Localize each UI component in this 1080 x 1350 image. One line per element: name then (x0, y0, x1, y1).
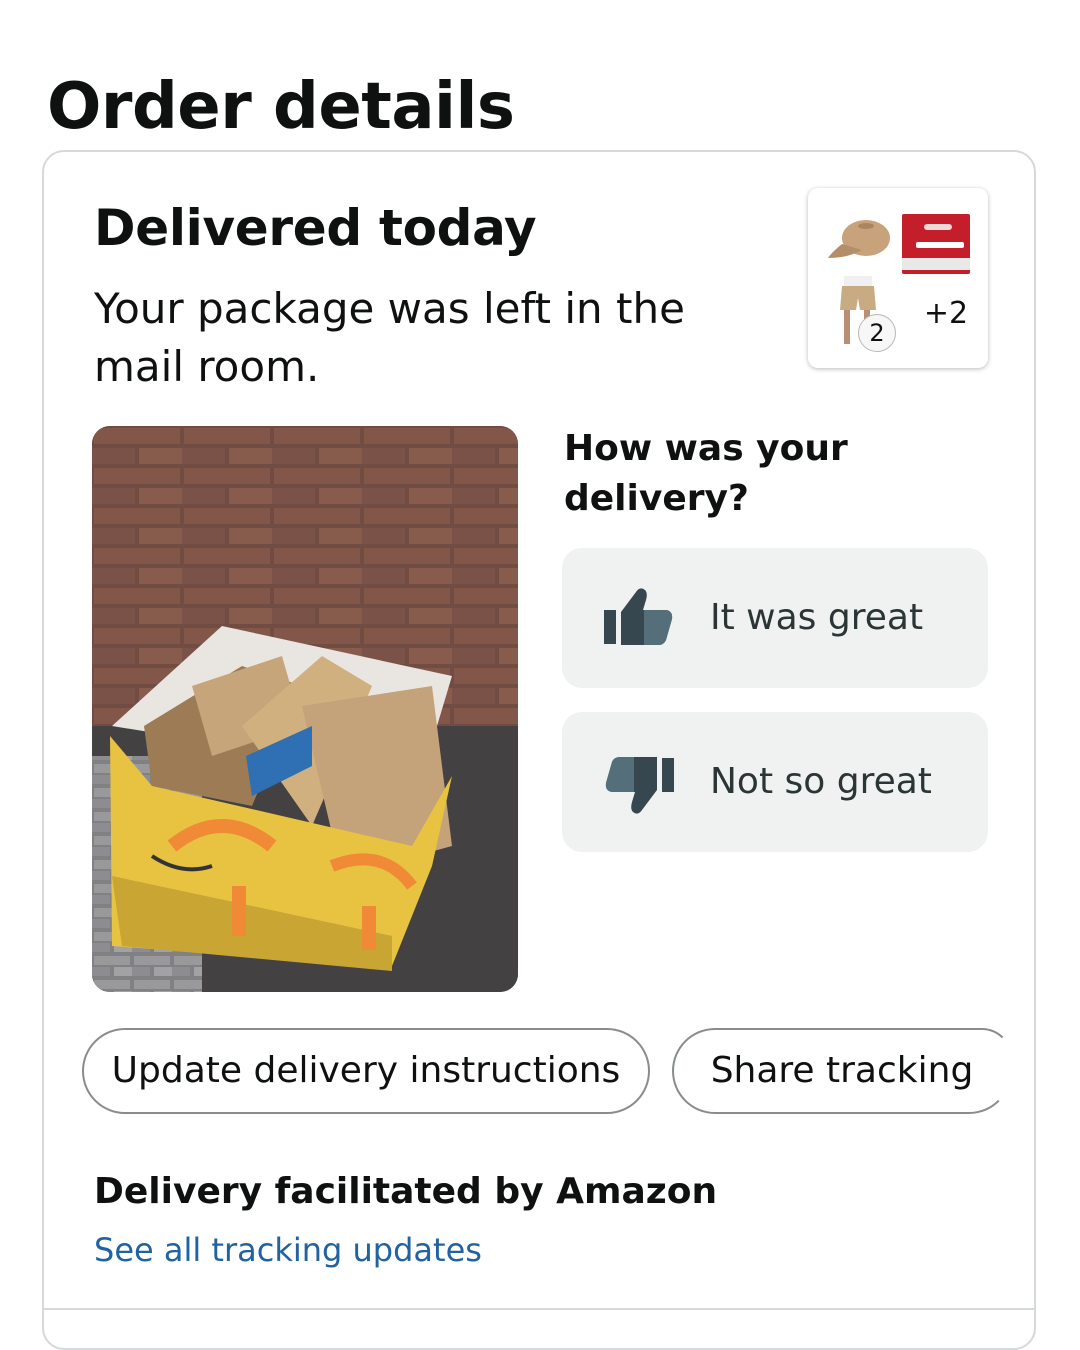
see-all-tracking-updates-link[interactable]: See all tracking updates (94, 1226, 482, 1274)
quantity-badge: 2 (858, 314, 896, 352)
thumbs-down-icon (605, 757, 674, 814)
rate-not-great-button[interactable]: Not so great (562, 712, 988, 852)
delivery-feedback-question: How was your delivery? (564, 428, 848, 519)
rate-great-label: It was great (710, 597, 924, 638)
update-delivery-instructions-button[interactable]: Update delivery instructions (82, 1028, 650, 1114)
delivery-status-title: Delivered today (94, 199, 537, 257)
cap-thumbnail (828, 220, 890, 258)
delivery-status-message: Your package was left in the mail room. (94, 284, 685, 391)
order-items-thumbnail[interactable]: 2 +2 (808, 188, 988, 368)
more-items-count: +2 (923, 296, 969, 331)
delivery-card: Delivered today Your package was left in… (42, 150, 1036, 1350)
share-tracking-button[interactable]: Share tracking (672, 1028, 1012, 1114)
thumbs-up-icon (604, 588, 673, 645)
rate-great-button[interactable]: It was great (562, 548, 988, 688)
rate-not-great-label: Not so great (710, 761, 932, 802)
delivery-photo[interactable] (92, 426, 518, 992)
section-divider (44, 1308, 1034, 1310)
body-spray-thumbnail (902, 214, 970, 274)
page-title: Order details (47, 69, 515, 144)
delivery-facilitated-by: Delivery facilitated by Amazon (94, 1171, 718, 1212)
